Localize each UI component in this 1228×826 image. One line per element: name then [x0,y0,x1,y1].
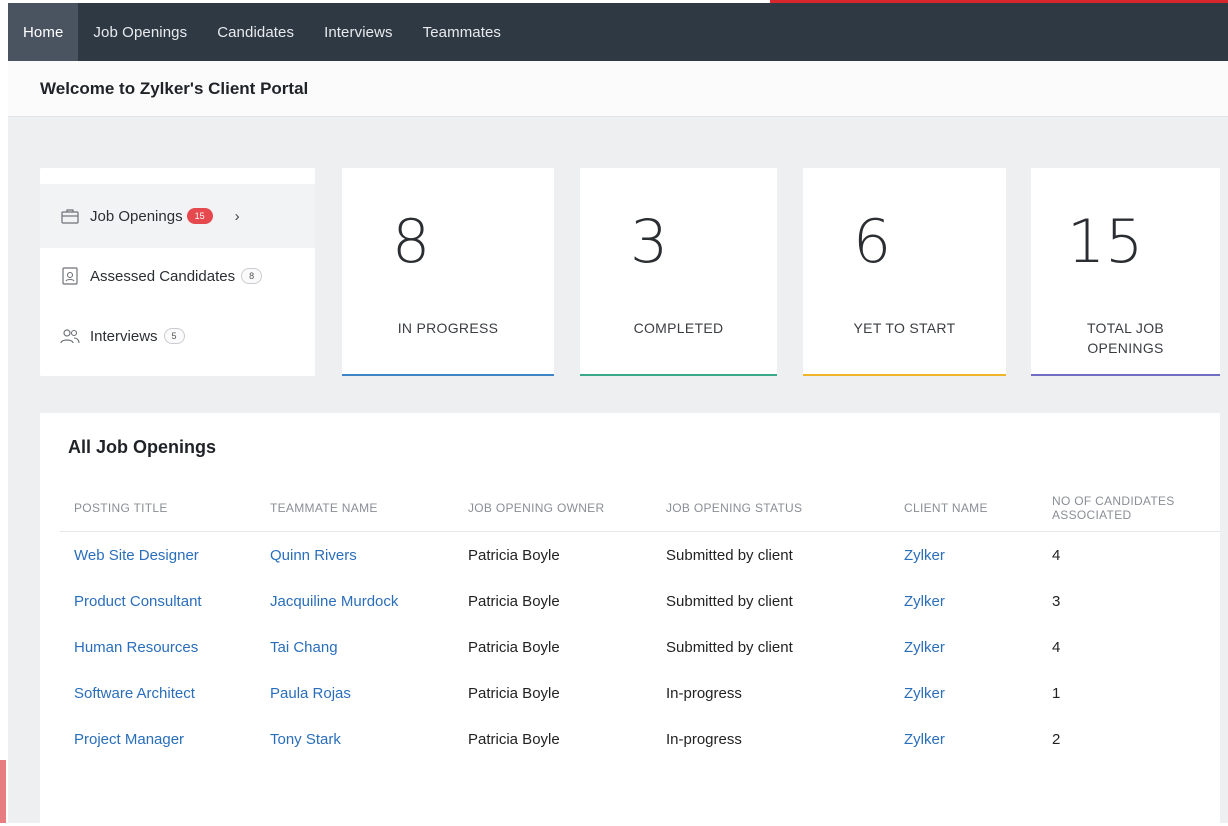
stat-label: COMPLETED [633,320,724,336]
column-header-teammate-name[interactable]: TEAMMATE NAME [256,485,454,532]
stat-value: 15 [1067,207,1144,277]
table-row[interactable]: Human Resources Tai Chang Patricia Boyle… [60,624,1220,670]
stat-label: TOTAL JOB OPENINGS [1031,318,1220,358]
column-header-client-name[interactable]: CLIENT NAME [890,485,1038,532]
table-row[interactable]: Web Site Designer Quinn Rivers Patricia … [60,532,1220,579]
owner-cell: Patricia Boyle [468,546,560,564]
nav-candidates[interactable]: Candidates [202,3,309,61]
stat-card-completed[interactable]: 3 COMPLETED [580,168,777,376]
stat-value: 3 [630,207,669,277]
teammate-link[interactable]: Quinn Rivers [256,532,454,579]
top-navigation: Home Job Openings Candidates Interviews … [8,3,1228,61]
teammate-link[interactable]: Paula Rojas [256,670,454,716]
stat-label-line: OPENINGS [1087,340,1164,356]
sidebar-item-interviews[interactable]: Interviews 5 [40,304,315,368]
stat-accent-bar [580,374,777,376]
candidates-count-cell: 4 [1052,546,1061,564]
stat-card-total-job-openings[interactable]: 15 TOTAL JOB OPENINGS [1031,168,1220,376]
nav-home[interactable]: Home [8,3,79,61]
status-cell: Submitted by client [666,638,793,656]
header-line: NO OF CANDIDATES [1052,494,1175,508]
stat-accent-bar [803,374,1006,376]
candidates-count-cell: 4 [1052,638,1061,656]
panel-title: All Job Openings [68,437,217,457]
job-openings-panel: All Job Openings POSTING TITLE TEAMMATE … [40,413,1220,826]
stat-card-yet-to-start[interactable]: 6 YET TO START [803,168,1006,376]
sidebar-item-job-openings[interactable]: Job Openings 15 › [40,184,315,248]
nav-teammates[interactable]: Teammates [408,3,516,61]
status-cell: Submitted by client [666,546,793,564]
owner-cell: Patricia Boyle [468,592,560,610]
posting-title-link[interactable]: Web Site Designer [60,532,256,579]
stat-label: YET TO START [853,320,956,336]
teammate-link[interactable]: Tai Chang [256,624,454,670]
owner-cell: Patricia Boyle [468,730,560,748]
column-header-status[interactable]: JOB OPENING STATUS [652,485,890,532]
posting-title-link[interactable]: Project Manager [60,716,256,762]
client-link[interactable]: Zylker [890,578,1038,624]
job-openings-table: POSTING TITLE TEAMMATE NAME JOB OPENING … [60,485,1220,762]
count-badge: 15 [186,208,213,224]
stat-accent-bar [342,374,554,376]
client-link[interactable]: Zylker [890,670,1038,716]
client-link[interactable]: Zylker [890,532,1038,579]
status-cell: In-progress [666,684,742,702]
owner-cell: Patricia Boyle [468,638,560,656]
client-link[interactable]: Zylker [890,716,1038,762]
posting-title-link[interactable]: Product Consultant [60,578,256,624]
stat-label-line: TOTAL JOB [1086,320,1165,336]
candidates-count-cell: 3 [1052,592,1061,610]
teammate-link[interactable]: Jacquiline Murdock [256,578,454,624]
page-title: Welcome to Zylker's Client Portal [8,61,1228,117]
sidebar-item-label: Interviews [90,327,158,345]
count-badge: 8 [241,268,263,284]
app-frame: Home Job Openings Candidates Interviews … [8,3,1228,826]
brand-accent-edge [0,760,6,823]
status-cell: Submitted by client [666,592,793,610]
table-row[interactable]: Product Consultant Jacquiline Murdock Pa… [60,578,1220,624]
stat-label: IN PROGRESS [397,320,499,336]
summary-sidebar: Job Openings 15 › Assessed Candidates 8 … [40,168,315,376]
posting-title-link[interactable]: Human Resources [60,624,256,670]
table-header-row: POSTING TITLE TEAMMATE NAME JOB OPENING … [60,485,1220,532]
stat-value: 8 [392,207,431,277]
teammate-link[interactable]: Tony Stark [256,716,454,762]
count-badge: 5 [163,328,185,344]
column-header-owner[interactable]: JOB OPENING OWNER [454,485,652,532]
briefcase-icon [60,206,80,226]
chevron-right-icon: › [234,207,240,225]
column-header-candidates[interactable]: NO OF CANDIDATES ASSOCIATED [1038,485,1220,532]
stat-accent-bar [1031,374,1220,376]
stat-value: 6 [853,207,892,277]
sidebar-item-assessed-candidates[interactable]: Assessed Candidates 8 [40,244,315,308]
table-row[interactable]: Project Manager Tony Stark Patricia Boyl… [60,716,1220,762]
stat-card-in-progress[interactable]: 8 IN PROGRESS [342,168,554,376]
table-row[interactable]: Software Architect Paula Rojas Patricia … [60,670,1220,716]
owner-cell: Patricia Boyle [468,684,560,702]
client-link[interactable]: Zylker [890,624,1038,670]
header-line: ASSOCIATED [1052,508,1132,522]
assessment-icon [60,266,80,286]
candidates-count-cell: 2 [1052,730,1061,748]
posting-title-link[interactable]: Software Architect [60,670,256,716]
people-icon [60,326,80,346]
sidebar-item-label: Assessed Candidates [90,267,236,285]
status-cell: In-progress [666,730,742,748]
candidates-count-cell: 1 [1052,684,1061,702]
nav-interviews[interactable]: Interviews [309,3,408,61]
sidebar-item-label: Job Openings [90,207,183,225]
column-header-posting-title[interactable]: POSTING TITLE [60,485,256,532]
nav-job-openings[interactable]: Job Openings [78,3,202,61]
